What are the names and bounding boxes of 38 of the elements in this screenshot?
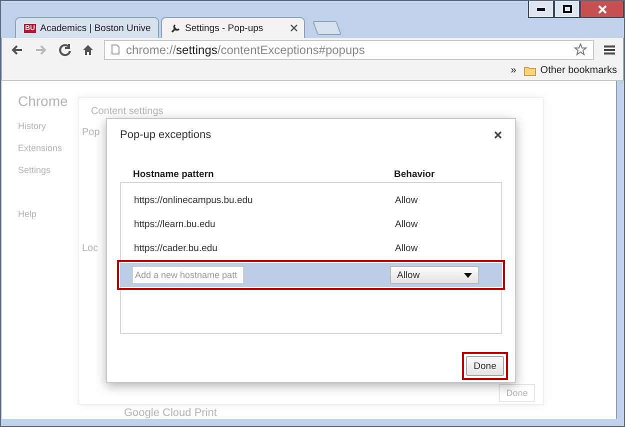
dialog-title: Content settings — [91, 106, 164, 117]
section-heading: Loc — [82, 243, 98, 254]
back-icon[interactable] — [10, 42, 24, 56]
behavior-text: Allow — [395, 242, 418, 254]
column-header: Hostname pattern — [133, 169, 215, 180]
maximize-button[interactable] — [554, 1, 580, 18]
close-icon[interactable] — [494, 131, 502, 139]
close-button[interactable] — [580, 1, 624, 18]
behavior-text: Allow — [395, 194, 418, 206]
reload-icon[interactable] — [58, 42, 72, 56]
section-heading: Google Cloud Print — [124, 407, 217, 419]
close-icon[interactable] — [290, 24, 298, 32]
done-button[interactable]: Done — [466, 356, 504, 376]
url-text: chrome://settings/contentExceptions#popups — [126, 42, 366, 56]
column-header: Behavior — [394, 169, 435, 180]
bookmark-folder[interactable]: Other bookmarks — [524, 65, 617, 76]
close-icon — [598, 4, 606, 14]
minimize-button[interactable] — [528, 1, 554, 18]
page-icon — [111, 44, 120, 55]
browser-tab[interactable]: Settings - Pop-ups — [161, 17, 305, 38]
bookmarks-overflow[interactable]: » — [510, 65, 516, 76]
maximize-icon — [562, 5, 572, 13]
home-icon[interactable] — [82, 44, 94, 56]
behavior-dropdown[interactable]: Allow — [390, 266, 479, 284]
behavior-text: Allow — [395, 218, 418, 230]
hostname-text: https://cader.bu.edu — [134, 242, 218, 254]
page-title: Chrome — [18, 93, 69, 109]
hostname-text: https://learn.bu.edu — [134, 218, 216, 230]
minimize-icon — [537, 8, 545, 10]
menu-icon[interactable] — [604, 44, 615, 54]
dropdown-arrow-icon — [464, 272, 472, 278]
section-heading: Pop — [82, 127, 100, 138]
address-bar[interactable]: chrome://settings/contentExceptions#popups — [104, 40, 594, 60]
hostname-text: https://onlinecampus.bu.edu — [134, 194, 254, 206]
star-icon[interactable] — [574, 43, 587, 56]
folder-icon — [524, 66, 536, 76]
hostname-field[interactable]: Add a new hostname patt — [132, 266, 244, 284]
dialog-title: Pop-up exceptions — [120, 129, 212, 141]
